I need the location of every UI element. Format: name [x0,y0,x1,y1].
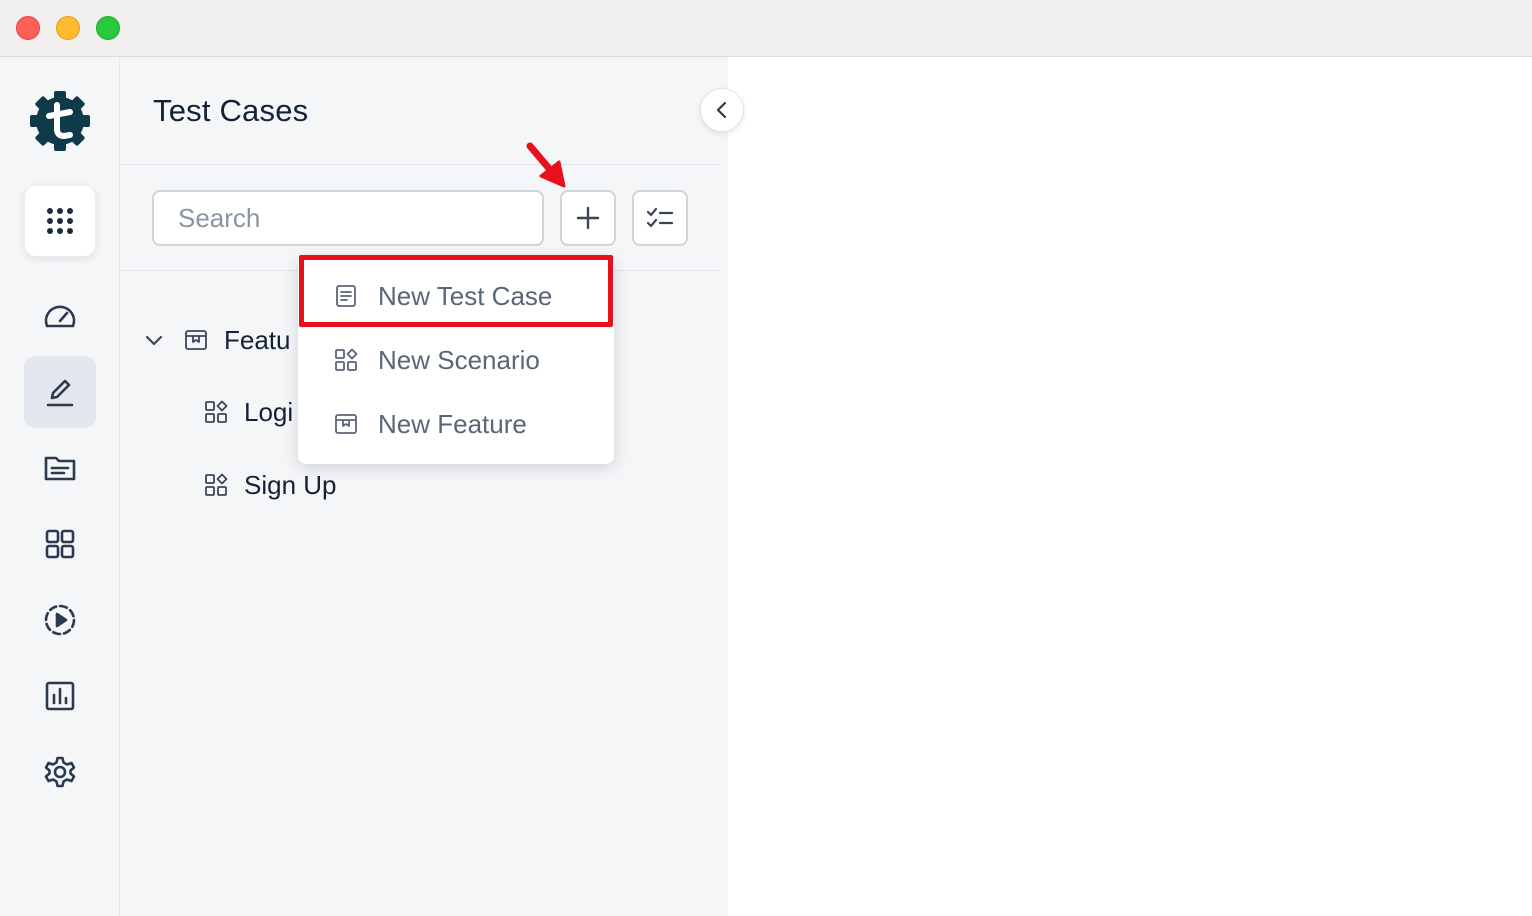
search-input[interactable] [152,190,544,246]
plus-icon [576,206,600,230]
test-cases-panel: Test Cases Featu [120,57,728,916]
minimize-window-button[interactable] [56,16,80,40]
tree-item-scenario[interactable]: Sign Up [204,465,504,505]
menu-item-label: New Test Case [378,280,553,311]
scenario-icon [205,400,228,423]
rail-item-reports[interactable] [24,660,96,732]
rail-item-settings[interactable] [24,736,96,808]
close-window-button[interactable] [16,16,40,40]
rail-item-folders[interactable] [24,432,96,504]
tree-item-label: Featu [224,324,291,355]
bar-chart-icon [45,681,75,711]
scenario-icon [205,473,228,496]
feature-box-icon [185,330,207,350]
checklist-button[interactable] [632,190,688,246]
rail-item-dashboard[interactable] [24,281,96,353]
settings-gear-icon [44,756,76,788]
feature-box-icon [335,414,357,434]
pen-edit-icon [46,379,74,407]
apps-grid-button[interactable] [24,185,96,257]
add-menu: New Test Case New Scenario New Feature [298,256,614,464]
rail-item-modules[interactable] [24,508,96,580]
icon-rail [0,57,120,916]
menu-item-label: New Feature [378,408,527,439]
menu-item-label: New Scenario [378,344,540,375]
zoom-window-button[interactable] [96,16,120,40]
chevron-left-icon [716,101,727,119]
tree-item-label: Logi [244,396,294,427]
rail-item-runs[interactable] [24,584,96,656]
rail-item-test-cases[interactable] [24,356,96,428]
menu-item-new-test-case[interactable]: New Test Case [298,264,614,328]
page-title: Test Cases [153,93,309,128]
grid-icon [45,529,75,559]
menu-item-new-feature[interactable]: New Feature [298,392,614,456]
play-circle-icon [44,604,76,636]
main-content [728,57,1532,916]
app-window: Test Cases Featu [0,0,1532,916]
scenario-icon [335,348,358,371]
gear-t-logo-icon[interactable] [26,87,94,155]
dashboard-gauge-icon [44,305,76,328]
tree-item-label: Sign Up [244,469,337,500]
annotation-arrow-icon [526,142,566,188]
menu-item-new-scenario[interactable]: New Scenario [298,328,614,392]
collapse-panel-button[interactable] [700,88,744,132]
folder-icon [44,456,76,481]
apps-grid-icon [47,208,73,234]
add-button[interactable] [560,190,616,246]
checklist-icon [646,207,674,228]
header-divider [120,164,720,165]
document-lines-icon [336,285,356,307]
chevron-down-icon[interactable] [144,330,164,350]
title-bar [0,0,1532,57]
